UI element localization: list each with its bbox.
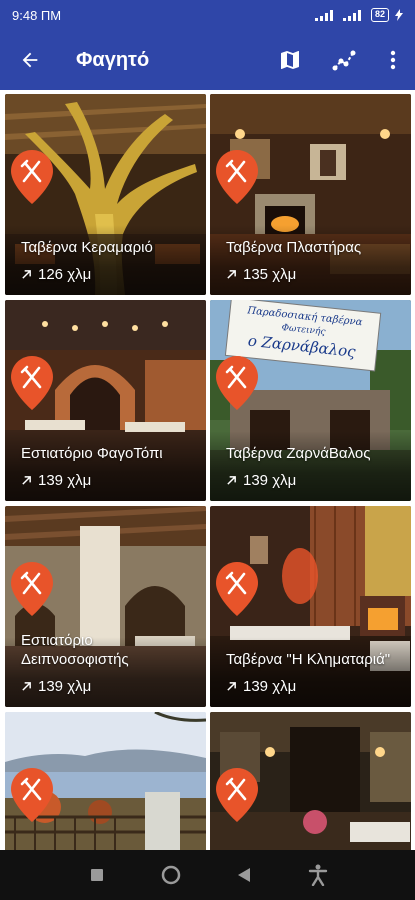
place-name: Εστιατόριο Δειπνοσοφιστής [21,632,129,668]
arrow-up-right-icon [22,270,31,279]
more-options-button[interactable] [371,30,415,90]
place-distance: 139 χλμ [21,678,91,695]
recents-button[interactable] [77,855,117,895]
square-icon [90,869,103,881]
restaurant-pin-icon [216,768,258,822]
arrow-back-icon [22,52,38,68]
place-distance-text: 139 χλμ [38,472,92,489]
place-distance: 126 χλμ [21,266,91,283]
app-bar: Φαγητό [0,30,415,90]
accessibility-icon [308,864,328,886]
place-distance: 135 χλμ [226,266,296,283]
caption-overlay [210,637,411,707]
place-card[interactable]: Ταβέρνα Πλαστήρας 135 χλμ [210,94,411,295]
place-name: Ταβέρνα "Η Κληματαριά" [226,651,391,668]
restaurant-pin-icon [11,356,53,410]
route-icon [332,50,356,71]
place-distance-text: 139 χλμ [243,678,297,695]
status-bar: 9:48 ΠΜ 82 [0,0,415,30]
system-navigation-bar [0,850,415,900]
places-grid: Ταβέρνα Κεραμαριό 126 χλμ Ταβέρνα Πλαστή… [0,90,415,850]
place-card[interactable] [210,712,411,850]
back-button[interactable] [0,30,60,90]
place-distance-text: 135 χλμ [243,266,297,283]
triangle-back-icon [238,868,251,882]
place-name: Εστιατόριο ΦαγοΤόπι [21,445,163,462]
place-card[interactable]: Εστιατόριο ΦαγοΤόπι 139 χλμ [5,300,206,501]
place-name: Ταβέρνα ΖαρνάΒαλος [226,445,371,462]
place-card[interactable]: Παραδοσιακή ταβέρνα Φωτεινής ο Ζαρνάβαλο… [210,300,411,501]
restaurant-pin-icon [11,562,53,616]
back-nav-button[interactable] [224,855,264,895]
home-button[interactable] [151,855,191,895]
route-button[interactable] [317,30,371,90]
signal-icon-2 [342,9,365,21]
arrow-up-right-icon [22,476,31,485]
map-button[interactable] [263,30,317,90]
place-distance: 139 χλμ [21,472,91,489]
arrow-up-right-icon [22,682,31,691]
place-name: Ταβέρνα Κεραμαριό [21,239,153,256]
page-title: Φαγητό [76,48,150,71]
restaurant-pin-icon [216,562,258,616]
caption-overlay [210,431,411,501]
place-distance: 139 χλμ [226,678,296,695]
restaurant-pin-icon [216,356,258,410]
map-icon [281,51,299,69]
arrow-up-right-icon [227,476,236,485]
arrow-up-right-icon [227,682,236,691]
caption-overlay [210,225,411,295]
place-card[interactable] [5,712,206,850]
restaurant-pin-icon [216,150,258,204]
circle-icon [161,865,180,885]
place-card[interactable]: Ταβέρνα Κεραμαριό 126 χλμ [5,94,206,295]
place-distance-text: 139 χλμ [38,678,92,695]
caption-overlay [5,431,206,501]
place-name: Ταβέρνα Πλαστήρας [226,239,362,256]
place-distance-text: 126 χλμ [38,266,92,283]
place-distance: 139 χλμ [226,472,296,489]
caption-overlay [5,225,206,295]
restaurant-pin-icon [11,768,53,822]
more-vert-icon [390,50,396,70]
charging-icon [395,9,403,21]
arrow-up-right-icon [227,270,236,279]
status-time: 9:48 ΠΜ [12,7,62,23]
place-card[interactable]: Εστιατόριο Δειπνοσοφιστής 139 χλμ [5,506,206,707]
battery-icon: 82 [370,8,389,22]
accessibility-button[interactable] [298,855,338,895]
signal-icon [314,9,337,21]
restaurant-pin-icon [11,150,53,204]
place-card[interactable]: Ταβέρνα "Η Κληματαριά" 139 χλμ [210,506,411,707]
place-distance-text: 139 χλμ [243,472,297,489]
